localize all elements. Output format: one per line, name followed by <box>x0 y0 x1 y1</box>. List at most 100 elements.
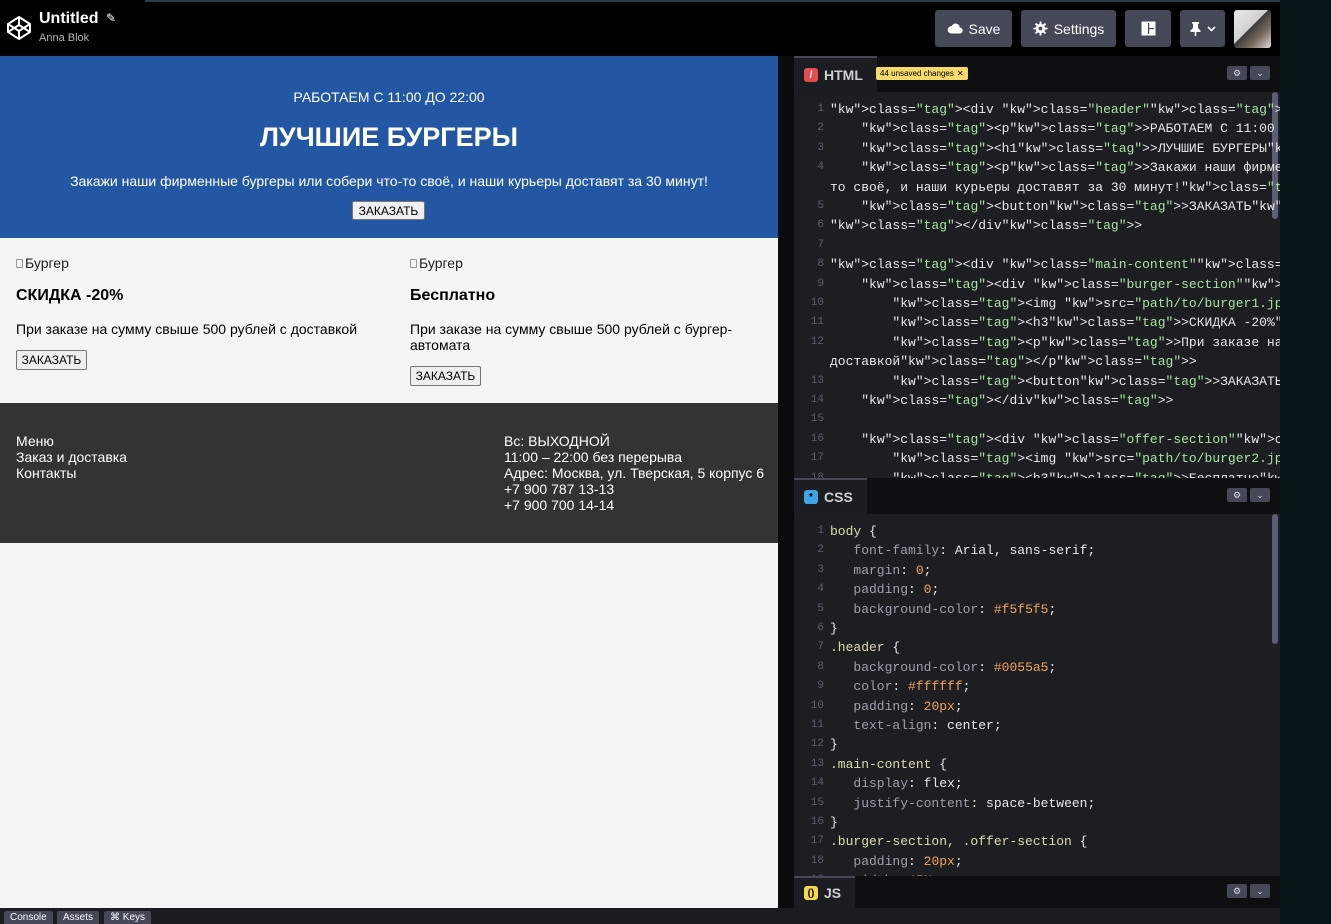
layout-icon <box>1141 21 1155 36</box>
css-code-line[interactable]: 10 padding: 20px; <box>794 697 1280 716</box>
code-text: "kw">class="tag"><p"kw">class="tag">>Зак… <box>861 160 1280 176</box>
css-code-line[interactable]: 2 font-family: Arial, sans-serif; <box>794 541 1280 560</box>
html-code-line[interactable]: 3 "kw">class="tag"><h1"kw">class="tag">>… <box>794 139 1280 158</box>
preview-footer: Меню Заказ и доставка Контакты Вс: ВЫХОД… <box>0 403 778 543</box>
code-text: доставкой"kw">class="tag"></p"kw">class=… <box>830 354 1197 370</box>
html-settings-gear-icon[interactable]: ⚙ <box>1227 66 1247 80</box>
html-code-line[interactable]: 17 "kw">class="tag"><img "kw">src="path/… <box>794 449 1280 468</box>
html-code-line[interactable]: 15 <box>794 410 1280 429</box>
unsaved-changes-badge[interactable]: 44 unsaved changes ✕ <box>876 67 968 80</box>
footer-link-contacts[interactable]: Контакты <box>16 465 76 481</box>
html-code-editor[interactable]: 1 "kw">class="tag"><div "kw">class="heade… <box>794 92 1280 478</box>
tab-js[interactable]: () JS <box>794 876 856 908</box>
free-order-button[interactable]: ЗАКАЗАТЬ <box>410 366 481 386</box>
free-heading: Бесплатно <box>410 287 496 304</box>
code-text: } <box>830 737 838 753</box>
edit-title-pencil-icon[interactable]: ✎ <box>106 11 116 25</box>
css-code-line[interactable]: 6} <box>794 619 1280 638</box>
line-number: 6 <box>817 219 824 232</box>
discount-heading: СКИДКА -20% <box>16 287 124 304</box>
html-code-line[interactable]: 11 "kw">class="tag"><h3"kw">class="tag">… <box>794 313 1280 332</box>
js-panel-header: () JS ⚙ ⌄ <box>794 876 1280 908</box>
css-code-line[interactable]: 9 color: #ffffff; <box>794 677 1280 696</box>
preview-hours: РАБОТАЕМ С 11:00 ДО 22:00 <box>293 89 485 105</box>
code-text: padding: 20px; <box>853 853 963 869</box>
css-code-line[interactable]: 11 text-align: center; <box>794 716 1280 735</box>
keys-button[interactable]: ⌘ Keys <box>104 911 152 924</box>
html-code-line[interactable]: 5 "kw">class="tag"><button"kw">class="ta… <box>794 197 1280 216</box>
css-code-line[interactable]: 7 .header { <box>794 638 1280 657</box>
footer-phone-1: +7 900 787 13-13 <box>504 481 615 497</box>
settings-button[interactable]: Settings <box>1021 10 1116 47</box>
html-code-line[interactable]: 4 "kw">class="tag"><p"kw">class="tag">>З… <box>794 158 1280 177</box>
console-button[interactable]: Console <box>4 911 53 924</box>
html-code-line[interactable]: доставкой"kw">class="tag"></p"kw">class=… <box>794 352 1280 371</box>
css-code-line[interactable]: 18 padding: 20px; <box>794 852 1280 871</box>
preview-heading: ЛУЧШИЕ БУРГЕРЫ <box>259 122 519 152</box>
discount-text: При заказе на сумму свыше 500 рублей с д… <box>16 321 358 337</box>
author-name[interactable]: Anna Blok <box>39 32 89 44</box>
css-code-line[interactable]: 3 margin: 0; <box>794 561 1280 580</box>
css-code-line[interactable]: 14 display: flex; <box>794 774 1280 793</box>
broken-image-burger-2: Бургер <box>410 255 463 271</box>
code-text: то своё, и наши курьеры доставят за 30 м… <box>830 179 1280 195</box>
css-code-line[interactable]: 12} <box>794 735 1280 754</box>
discount-order-button[interactable]: ЗАКАЗАТЬ <box>16 350 87 370</box>
code-text: "kw">class="tag"><button"kw">class="tag"… <box>892 373 1280 389</box>
line-number: 4 <box>817 161 824 174</box>
html-code-line[interactable]: 2 "kw">class="tag"><p"kw">class="tag">>Р… <box>794 119 1280 138</box>
css-code-line[interactable]: 5 background-color: #f5f5f5; <box>794 600 1280 619</box>
css-code-line[interactable]: 4 padding: 0; <box>794 580 1280 599</box>
css-code-line[interactable]: 15 justify-content: space-between; <box>794 794 1280 813</box>
tab-css[interactable]: * CSS <box>794 478 867 514</box>
css-code-line[interactable]: 1 body { <box>794 522 1280 541</box>
code-text: color: #ffffff; <box>853 679 971 695</box>
editor-resize-gutter[interactable] <box>778 56 794 908</box>
user-avatar[interactable] <box>1234 10 1271 48</box>
footer-link-delivery[interactable]: Заказ и доставка <box>16 449 127 465</box>
html-code-line[interactable]: 6 "kw">class="tag"></div"kw">class="tag">… <box>794 216 1280 235</box>
html-code-line[interactable]: 1 "kw">class="tag"><div "kw">class="heade… <box>794 100 1280 119</box>
html-code-line[interactable]: 8 "kw">class="tag"><div "kw">class="main-… <box>794 255 1280 274</box>
css-code-line[interactable]: 8 background-color: #0055a5; <box>794 658 1280 677</box>
line-number: 18 <box>810 471 824 478</box>
html-code-line[interactable]: то своё, и наши курьеры доставят за 30 м… <box>794 178 1280 197</box>
css-code-line[interactable]: 13 .main-content { <box>794 755 1280 774</box>
js-settings-gear-icon[interactable]: ⚙ <box>1227 884 1247 898</box>
code-text: margin: 0; <box>853 562 932 578</box>
assets-button[interactable]: Assets <box>57 911 100 924</box>
html-collapse-chevron-icon[interactable]: ⌄ <box>1250 66 1270 80</box>
code-text: "kw">class="tag"><h1"kw">class="tag">>ЛУ… <box>861 140 1280 156</box>
save-button-label: Save <box>968 20 1001 37</box>
html-code-line[interactable]: 14 "kw">class="tag"></div"kw">class="tag… <box>794 391 1280 410</box>
footer-link-menu[interactable]: Меню <box>16 433 54 449</box>
js-collapse-chevron-icon[interactable]: ⌄ <box>1250 884 1270 898</box>
save-button[interactable]: Save <box>935 10 1012 47</box>
change-view-button[interactable] <box>1125 10 1171 47</box>
code-text: background-color: #0055a5; <box>853 659 1057 675</box>
html-code-line[interactable]: 18 "kw">class="tag"><h3"kw">class="tag">… <box>794 469 1280 478</box>
css-code-line[interactable]: 17 .burger-section, .offer-section { <box>794 832 1280 851</box>
pin-menu-button[interactable] <box>1180 10 1225 47</box>
result-preview: РАБОТАЕМ С 11:00 ДО 22:00 ЛУЧШИЕ БУРГЕРЫ… <box>0 56 778 908</box>
html-code-line[interactable]: 16 "kw">class="tag"><div "kw">class="off… <box>794 430 1280 449</box>
preview-order-button[interactable]: ЗАКАЗАТЬ <box>352 201 425 220</box>
html-code-line[interactable]: 7 <box>794 236 1280 255</box>
broken-image-icon <box>410 258 417 268</box>
tab-html[interactable]: / HTML <box>794 56 877 92</box>
code-text: "kw">class="tag"></div"kw">class="tag">> <box>830 218 1143 234</box>
css-code-editor[interactable]: 1 body {2 font-family: Arial, sans-serif;… <box>794 514 1280 876</box>
html-code-line[interactable]: 10 "kw">class="tag"><img "kw">src="path/… <box>794 294 1280 313</box>
css-collapse-chevron-icon[interactable]: ⌄ <box>1250 488 1270 502</box>
html-code-line[interactable]: 9 "kw">class="tag"><div "kw">class="burg… <box>794 275 1280 294</box>
image-alt-text: Бургер <box>419 255 463 271</box>
css-settings-gear-icon[interactable]: ⚙ <box>1227 488 1247 502</box>
line-number: 13 <box>810 374 824 387</box>
html-code-line[interactable]: 13 "kw">class="tag"><button"kw">class="t… <box>794 372 1280 391</box>
project-title[interactable]: Untitled <box>39 10 99 28</box>
close-icon[interactable]: ✕ <box>957 69 964 78</box>
codepen-logo-icon[interactable] <box>6 15 32 41</box>
css-code-line[interactable]: 16} <box>794 813 1280 832</box>
line-number: 9 <box>817 680 824 693</box>
html-code-line[interactable]: 12 "kw">class="tag"><p"kw">class="tag">>… <box>794 333 1280 352</box>
